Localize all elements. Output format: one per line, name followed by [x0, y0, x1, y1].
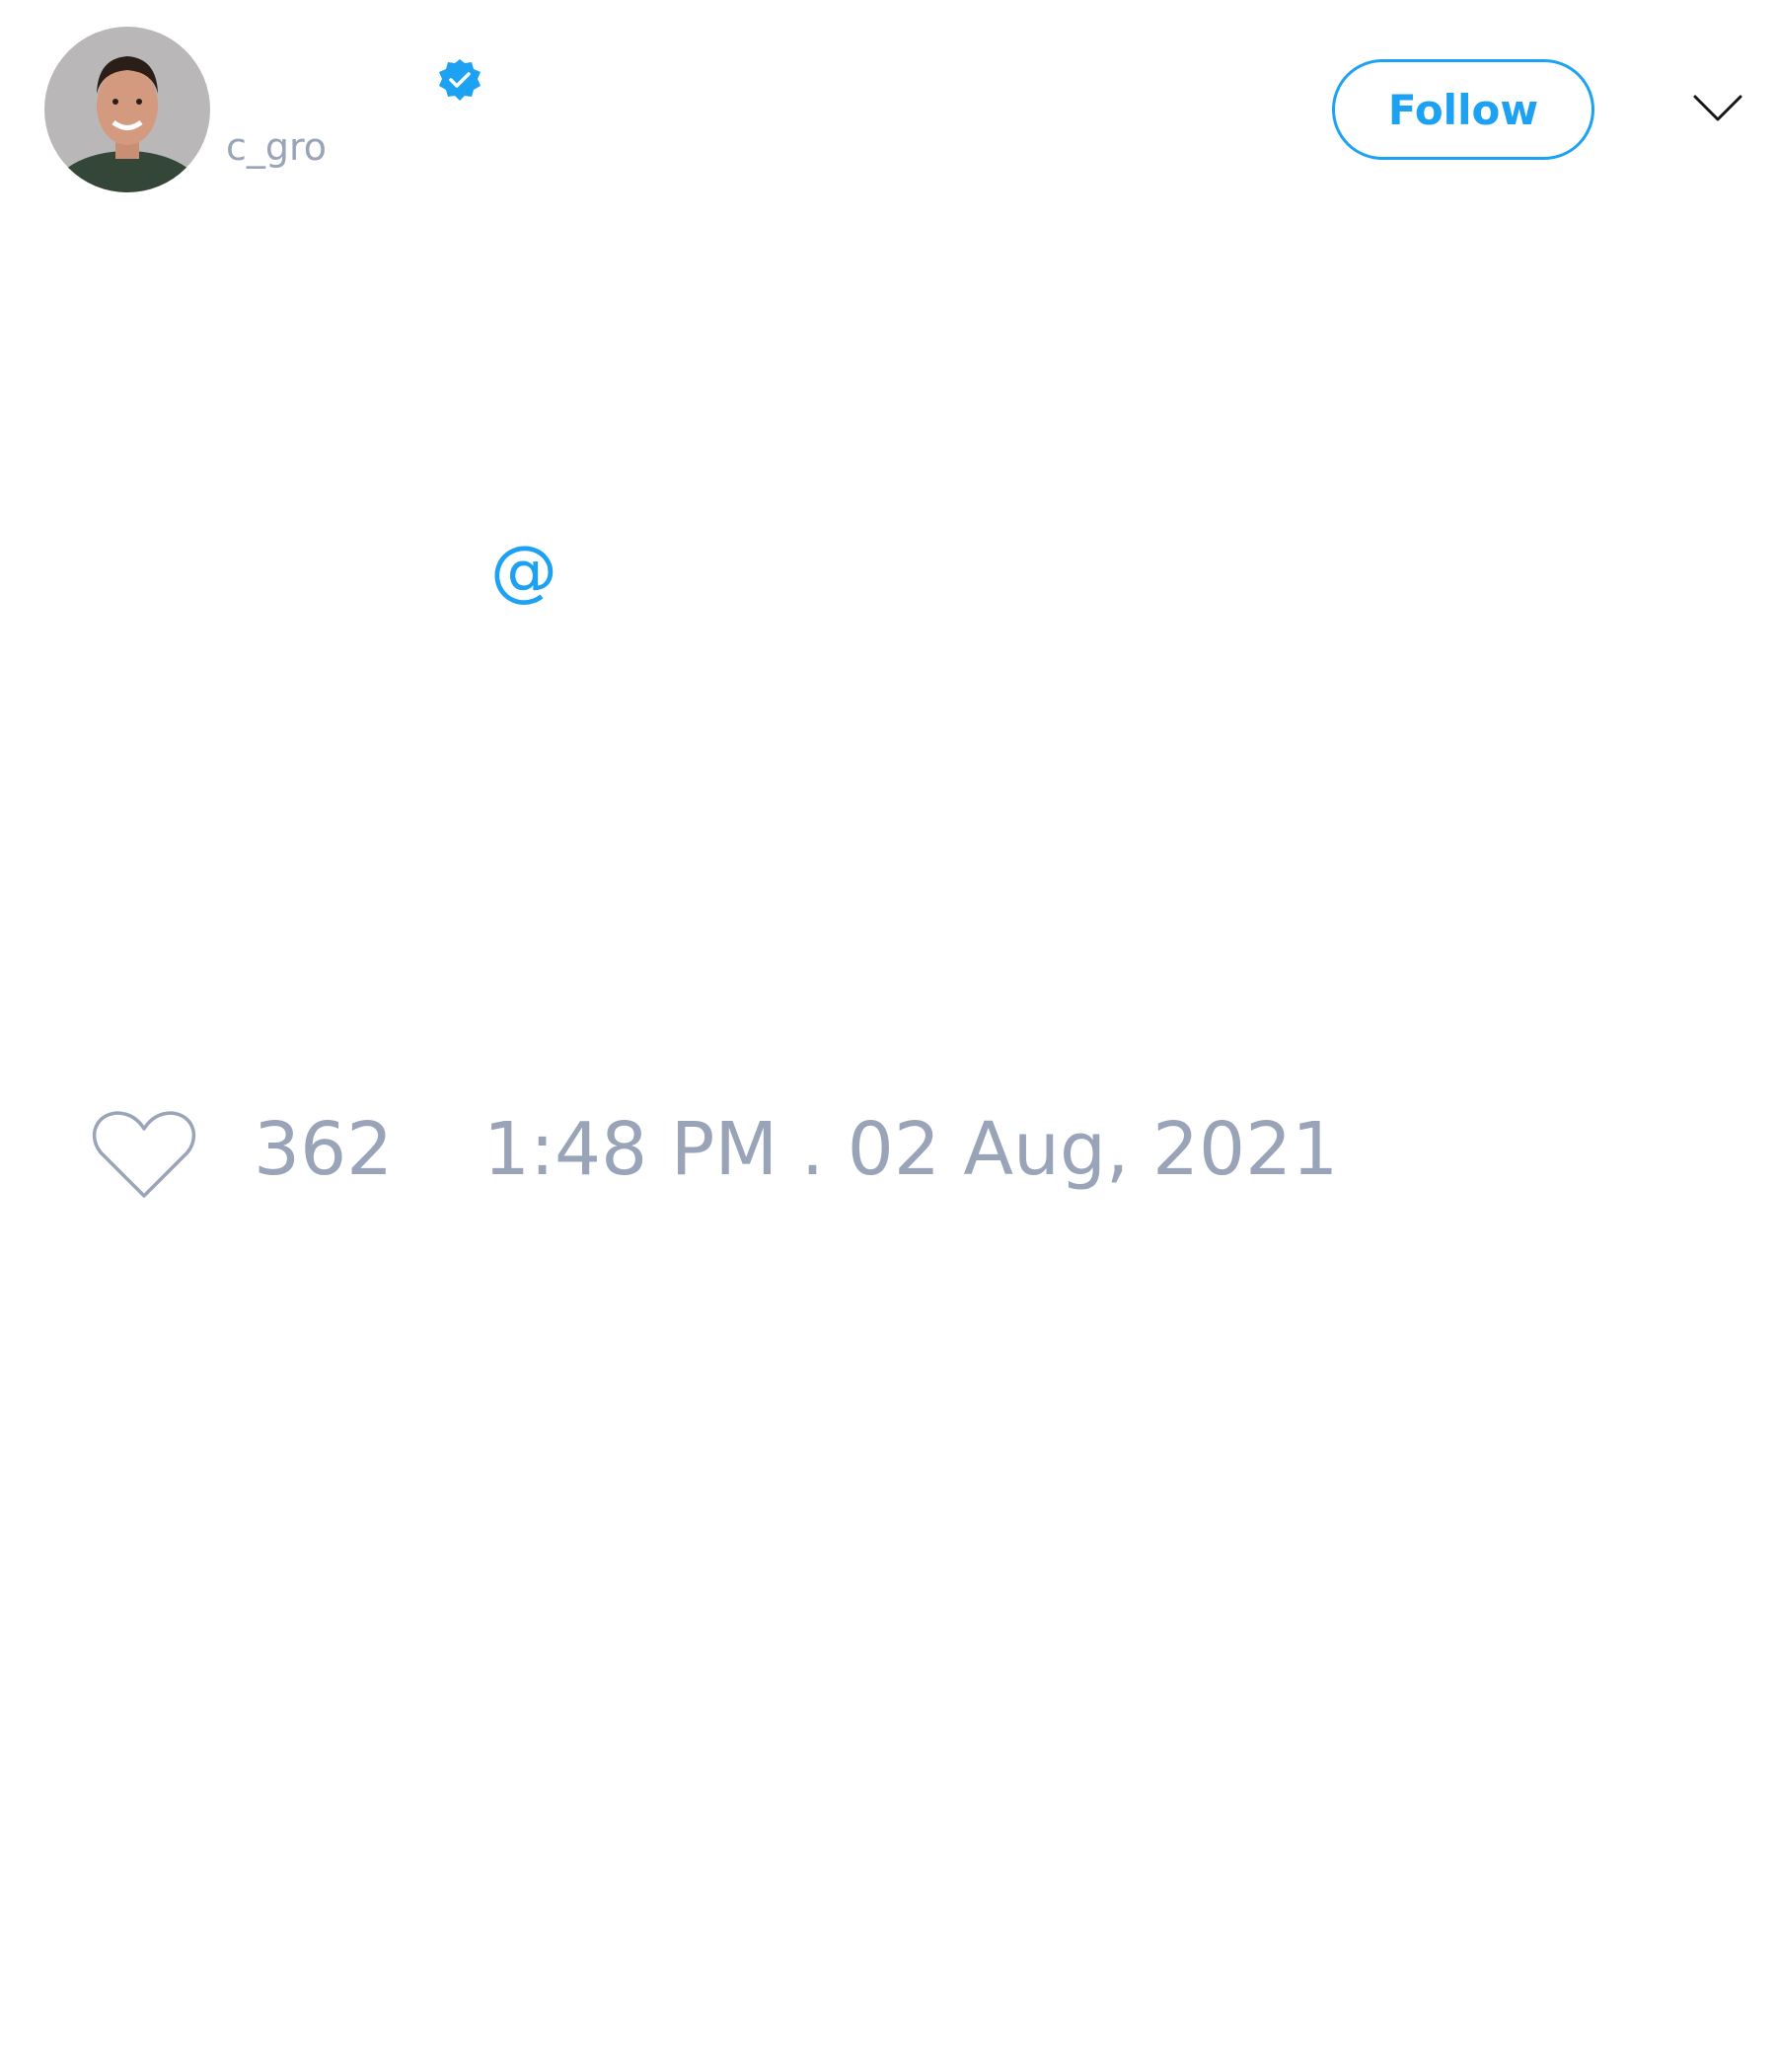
tweet-mention-link[interactable]: @ [490, 538, 557, 605]
author-handle[interactable]: c_gro [226, 128, 327, 166]
tweet-card: c_gro Follow @ 362 1:48 PM . 02 Aug, 202… [0, 0, 1776, 2072]
verified-badge-icon [436, 57, 483, 105]
author-avatar[interactable] [44, 27, 210, 192]
author-display-name[interactable] [226, 57, 227, 101]
avatar-image [44, 27, 210, 192]
chevron-down-icon[interactable] [1692, 89, 1743, 128]
heart-outline-icon[interactable] [91, 1109, 197, 1202]
tweet-timestamp[interactable]: 1:48 PM . 02 Aug, 2021 [483, 1113, 1338, 1186]
like-count: 362 [254, 1107, 394, 1192]
follow-button[interactable]: Follow [1332, 59, 1594, 160]
